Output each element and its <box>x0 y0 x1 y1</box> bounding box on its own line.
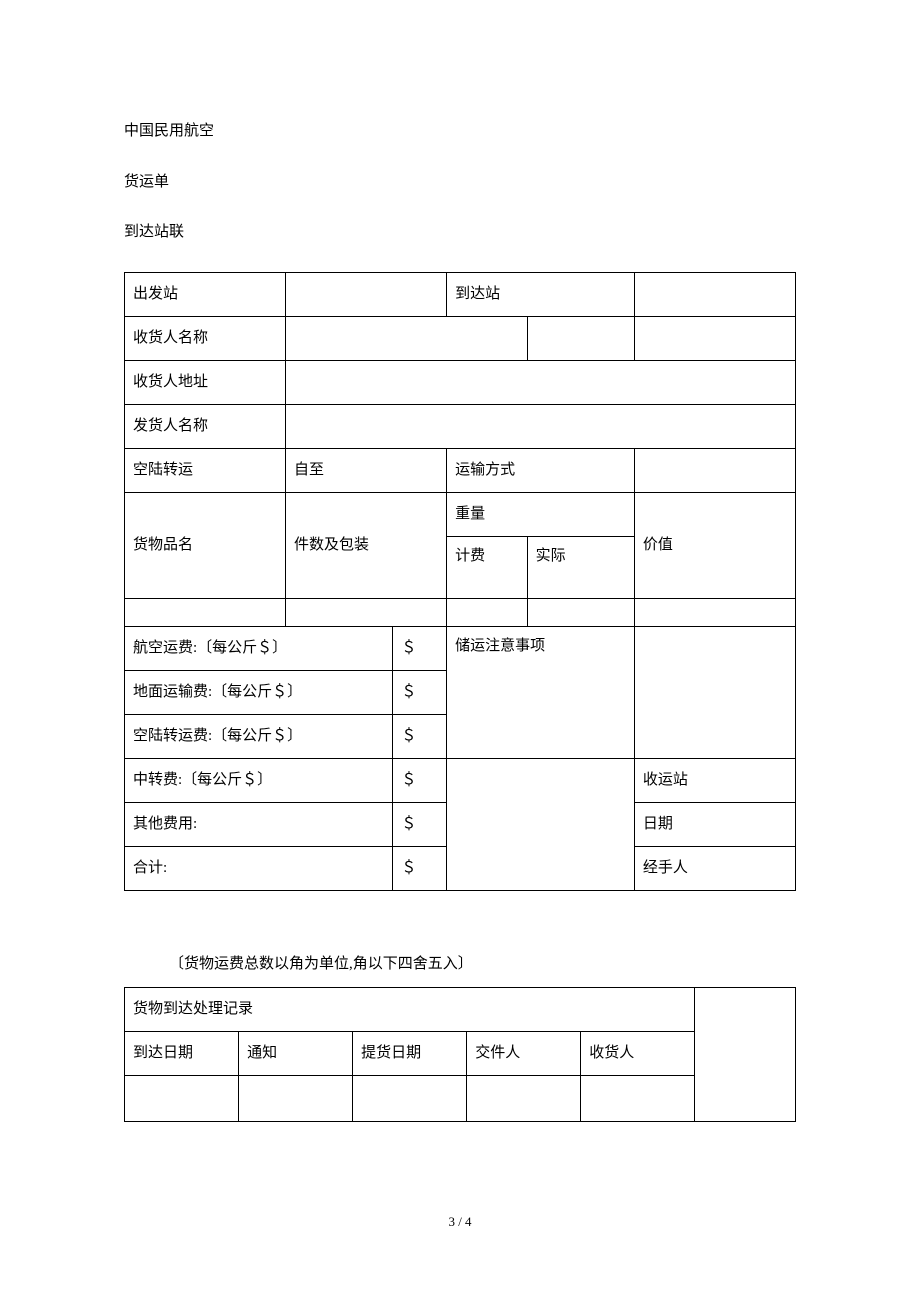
weight-actual-label: 实际 <box>527 536 634 598</box>
pieces-pack-value <box>286 598 447 626</box>
from-to: 自至 <box>286 448 447 492</box>
date-label: 日期 <box>634 802 795 846</box>
fee-label-5: 合计: <box>125 846 393 890</box>
consignee-addr-value <box>286 360 796 404</box>
page-number: 3 / 4 <box>124 1212 796 1232</box>
weight-label: 重量 <box>447 492 635 536</box>
weight-charge-value <box>447 598 528 626</box>
fee-val-1: ＄ <box>393 670 447 714</box>
fee-val-3: ＄ <box>393 758 447 802</box>
cell-arrive-date <box>125 1076 239 1122</box>
receive-station-label: 收运站 <box>634 758 795 802</box>
col-notify: 通知 <box>239 1032 353 1076</box>
handler-label: 经手人 <box>634 846 795 890</box>
depart-station-label: 出发站 <box>125 272 286 316</box>
consignee-name-value <box>286 316 528 360</box>
shipper-name-value <box>286 404 796 448</box>
consignee-extra-1 <box>527 316 634 360</box>
value-value <box>634 598 795 626</box>
fee-val-5: ＄ <box>393 846 447 890</box>
arrival-side <box>695 988 796 1122</box>
goods-name-label: 货物品名 <box>125 492 286 598</box>
fee-val-0: ＄ <box>393 626 447 670</box>
arrival-title: 货物到达处理记录 <box>125 988 695 1032</box>
right-blank <box>447 758 635 890</box>
fee-label-2: 空陆转运费:〔每公斤＄〕 <box>125 714 393 758</box>
consignee-name-label: 收货人名称 <box>125 316 286 360</box>
air-land-transfer-label: 空陆转运 <box>125 448 286 492</box>
cell-deliverer <box>467 1076 581 1122</box>
transport-mode-value <box>634 448 795 492</box>
storage-notice-label: 储运注意事项 <box>447 626 635 758</box>
arrive-station-value <box>634 272 795 316</box>
fee-label-4: 其他费用: <box>125 802 393 846</box>
col-consignee: 收货人 <box>581 1032 695 1076</box>
fee-label-3: 中转费:〔每公斤＄〕 <box>125 758 393 802</box>
consignee-extra-2 <box>634 316 795 360</box>
weight-actual-value <box>527 598 634 626</box>
value-label: 价值 <box>634 492 795 598</box>
pieces-pack-label: 件数及包装 <box>286 492 447 598</box>
cell-notify <box>239 1076 353 1122</box>
doc-title: 货运单 <box>124 171 796 194</box>
arrive-station-label: 到达站 <box>447 272 635 316</box>
org-name: 中国民用航空 <box>124 120 796 143</box>
rounding-note: 〔货物运费总数以角为单位,角以下四舍五入〕 <box>124 953 796 976</box>
waybill-table: 出发站 到达站 收货人名称 收货人地址 发货人名称 空陆转运 自至 运输方式 货… <box>124 272 796 891</box>
col-arrive-date: 到达日期 <box>125 1032 239 1076</box>
depart-station-value <box>286 272 447 316</box>
fee-val-2: ＄ <box>393 714 447 758</box>
col-pickup-date: 提货日期 <box>353 1032 467 1076</box>
cell-consignee <box>581 1076 695 1122</box>
transport-mode-label: 运输方式 <box>447 448 635 492</box>
col-deliverer: 交件人 <box>467 1032 581 1076</box>
fee-label-0: 航空运费:〔每公斤＄〕 <box>125 626 393 670</box>
fee-label-1: 地面运输费:〔每公斤＄〕 <box>125 670 393 714</box>
weight-charge-label: 计费 <box>447 536 528 598</box>
storage-notice-value <box>634 626 795 758</box>
shipper-name-label: 发货人名称 <box>125 404 286 448</box>
copy-name: 到达站联 <box>124 221 796 244</box>
goods-name-value <box>125 598 286 626</box>
consignee-addr-label: 收货人地址 <box>125 360 286 404</box>
fee-val-4: ＄ <box>393 802 447 846</box>
arrival-table: 货物到达处理记录 到达日期 通知 提货日期 交件人 收货人 <box>124 987 796 1122</box>
cell-pickup-date <box>353 1076 467 1122</box>
